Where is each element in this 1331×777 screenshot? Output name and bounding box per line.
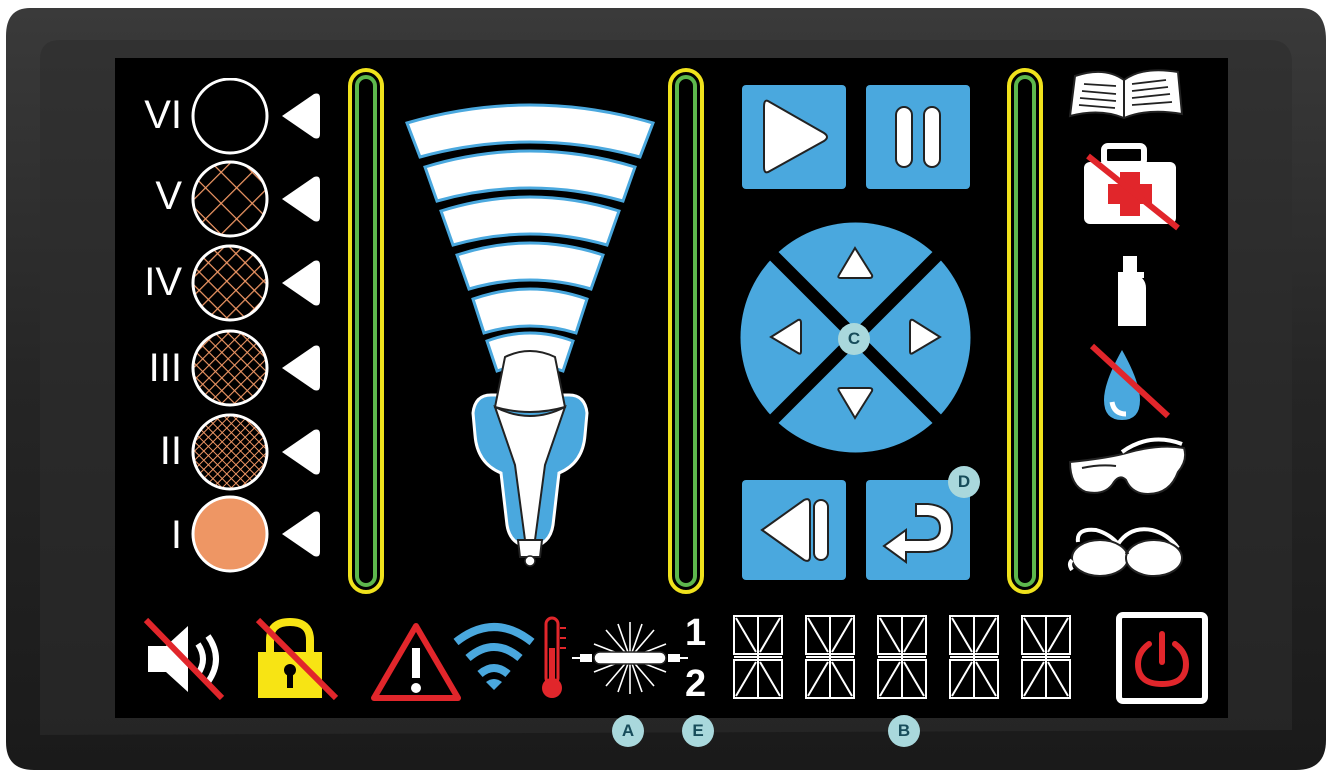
speaker-muted-crossed-icon[interactable] (143, 617, 225, 701)
skin-arrow-iii (282, 345, 320, 391)
wifi-icon (453, 623, 535, 678)
skin-arrow-iv (282, 260, 320, 306)
skin-arrow-v (282, 176, 320, 222)
power-button[interactable] (1116, 612, 1208, 704)
segment-digit-2 (805, 615, 855, 699)
skin-swatch-iv[interactable] (191, 244, 269, 322)
skin-type-label-iii: III (148, 346, 182, 390)
water-drop-crossed-icon (1089, 343, 1171, 420)
level-bar-middle (668, 68, 704, 594)
callout-marker-a: A (612, 715, 644, 747)
right-icon-column (1068, 69, 1187, 577)
segment-digit-4 (949, 615, 999, 699)
segment-digit-1 (733, 615, 783, 699)
manual-book-icon[interactable] (1068, 69, 1184, 120)
skin-swatch-ii[interactable] (191, 413, 269, 491)
warning-triangle-icon (371, 623, 461, 701)
pause-button[interactable] (866, 85, 970, 189)
lamp-number-1: 1 (685, 612, 707, 654)
flash-lamp-icon (572, 622, 688, 694)
power-icon (1134, 631, 1190, 688)
skin-swatch-iii[interactable] (191, 329, 269, 407)
thermometer-icon (542, 616, 566, 698)
callout-marker-b: B (888, 715, 920, 747)
applicator-intensity[interactable] (395, 95, 665, 575)
step-back-button[interactable] (742, 480, 846, 580)
level-bar-right (1007, 68, 1043, 594)
skin-type-label-iv: IV (144, 260, 182, 304)
skin-arrow-i (282, 511, 320, 557)
goggles-icon (1068, 527, 1183, 577)
skin-swatch-vi[interactable] (191, 78, 269, 155)
intensity-arcs (405, 103, 655, 373)
callout-marker-e: E (682, 715, 714, 747)
lamp-number-2: 2 (685, 663, 707, 705)
skin-arrow-ii (282, 429, 320, 475)
skin-type-swatches (191, 78, 320, 573)
status-bar-icons (143, 616, 688, 701)
segment-digit-3 (877, 615, 927, 699)
segment-digit-5 (1021, 615, 1071, 699)
skin-swatch-i[interactable] (191, 495, 269, 573)
skin-type-label-i: I (170, 513, 182, 557)
play-button[interactable] (742, 85, 846, 189)
first-aid-kit-crossed-icon (1084, 143, 1180, 231)
segment-display (733, 615, 1071, 699)
skin-type-label-vi: VI (144, 93, 182, 137)
skin-swatch-v[interactable] (191, 160, 269, 238)
callout-marker-d: D (948, 466, 980, 498)
padlock-crossed-icon[interactable] (255, 617, 339, 701)
applicator-handpiece-icon (471, 350, 589, 567)
bottle-icon (1118, 256, 1146, 326)
skin-type-label-ii: II (159, 429, 182, 473)
callout-marker-c: C (838, 323, 870, 355)
skin-type-label-v: V (155, 174, 182, 218)
skin-arrow-vi (282, 93, 320, 139)
safety-glasses-icon (1068, 437, 1187, 496)
level-bar-left (348, 68, 384, 594)
